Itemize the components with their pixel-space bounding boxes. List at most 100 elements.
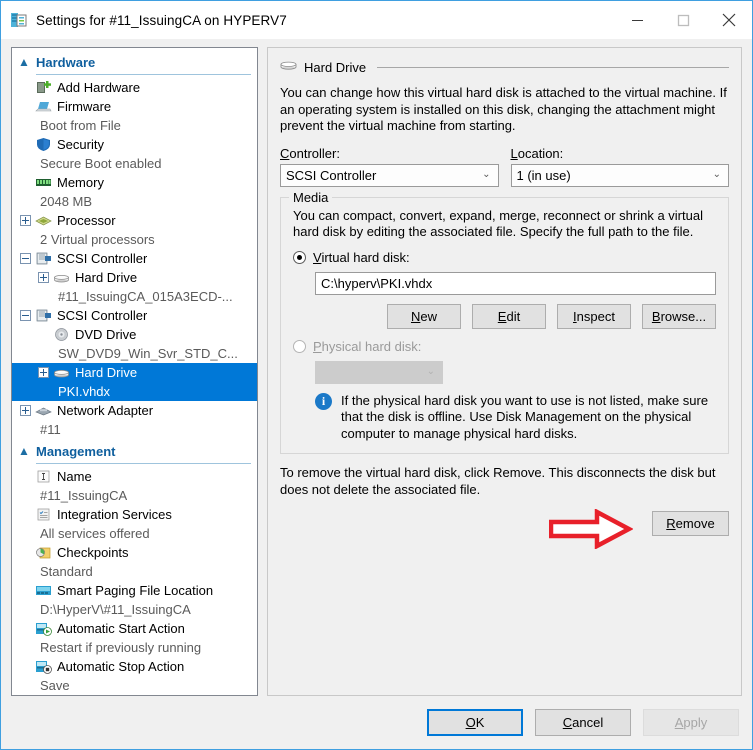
close-button[interactable] [706,2,752,39]
tree-item-label: Automatic Stop Action [57,659,185,674]
controller-value: SCSI Controller [286,167,377,183]
tree-item-sublabel: 2 Virtual processors [40,232,155,247]
tree-item-label: SCSI Controller [57,251,148,266]
expand-icon[interactable] [20,405,31,416]
memory-icon [35,175,52,190]
tree-item-sublabel: PKI.vhdx [58,384,111,399]
apply-button[interactable]: Apply [643,709,739,736]
tree-item-sublabel: D:\HyperV\#11_IssuingCA [40,602,191,617]
tree-item-sublabel-row[interactable]: 2 Virtual processors [12,230,257,249]
virtual-hard-disk-radio[interactable] [293,250,306,264]
tree-item-processor[interactable]: Processor [12,211,257,230]
tree-item-label: Integration Services [57,507,172,522]
tree-item-automatic-stop-action[interactable]: Automatic Stop Action [12,657,257,676]
virtual-hard-disk-radio-row[interactable]: Virtual hard disk: [293,250,716,265]
tree-item-label: Name [57,469,92,484]
tree-item-smart-paging-file-location[interactable]: Smart Paging File Location [12,581,257,600]
tree-item-dvd-drive[interactable]: DVD Drive [12,325,257,344]
tree-group-divider [36,463,251,464]
tree-item-label: Add Hardware [57,80,141,95]
settings-tree[interactable]: ▲ Hardware Add Hardware Firmware Boot from F… [11,47,258,696]
physical-hard-disk-radio[interactable] [293,339,306,353]
tree-group-label: Management [36,443,116,459]
tree-item-sublabel: #11_IssuingCA [40,488,128,503]
tree-item-name[interactable]: Name [12,467,257,486]
integration-services-icon [35,507,52,522]
tree-item-scsi-controller[interactable]: SCSI Controller [12,249,257,268]
controller-location-row: Controller: SCSI Controller ⌄ Location: … [280,146,729,187]
browse-button[interactable]: Browse... [642,303,716,329]
tree-item-scsi-controller[interactable]: SCSI Controller [12,306,257,325]
tree-item-sublabel-row[interactable]: Boot from File [12,116,257,135]
location-select[interactable]: 1 (in use) ⌄ [510,163,729,187]
physical-disk-select[interactable]: ⌄ [315,360,443,384]
tree-item-sublabel-row[interactable]: #11_IssuingCA_015A3ECD-... [12,287,257,306]
location-value: 1 (in use) [516,167,571,183]
controller-field: Controller: SCSI Controller ⌄ [280,146,499,187]
tree-item-hard-drive[interactable]: Hard Drive [12,268,257,287]
remove-row: Remove [280,509,729,549]
tree-item-sublabel-row[interactable]: Restart if previously running [12,638,257,657]
window-title: Settings for #11_IssuingCA on HYPERV7 [36,12,287,28]
controller-select[interactable]: SCSI Controller ⌄ [280,163,499,187]
physical-hard-disk-radio-row[interactable]: Physical hard disk: [293,339,716,354]
tree-item-automatic-start-action[interactable]: Automatic Start Action [12,619,257,638]
ok-button[interactable]: OK [427,709,523,736]
tree-item-label: Smart Paging File Location [57,583,214,598]
tree-item-firmware[interactable]: Firmware [12,97,257,116]
cancel-button[interactable]: Cancel [535,709,631,736]
tree-group-hardware[interactable]: ▲ Hardware [12,52,257,72]
tree-item-security[interactable]: Security [12,135,257,154]
chevron-down-icon: ⌄ [482,169,491,180]
tree-item-network-adapter[interactable]: Network Adapter [12,401,257,420]
tree-item-sublabel-row[interactable]: Save [12,676,257,695]
tree-item-label: Firmware [57,99,112,114]
dialog-body: ▲ Hardware Add Hardware Firmware Boot from F… [1,39,752,696]
tree-item-label: Hard Drive [75,270,138,285]
chevron-down-icon: ⌄ [712,169,721,180]
expand-icon[interactable] [38,272,49,283]
tree-item-sublabel-row[interactable]: D:\HyperV\#11_IssuingCA [12,600,257,619]
tree-item-checkpoints[interactable]: Checkpoints [12,543,257,562]
tree-item-add-hardware[interactable]: Add Hardware [12,78,257,97]
tree-item-hard-drive[interactable]: Hard Drive [12,363,257,382]
scsi-controller-icon [35,251,52,266]
expand-icon[interactable] [20,215,31,226]
firmware-icon [35,99,52,114]
maximize-button[interactable] [660,2,706,39]
tree-item-memory[interactable]: Memory [12,173,257,192]
media-description: You can compact, convert, expand, merge,… [293,207,703,240]
tree-item-sublabel-row[interactable]: 2048 MB [12,192,257,211]
header-divider [377,66,729,68]
physical-disk-info-text: If the physical hard disk you want to us… [341,392,709,441]
tree-group-management[interactable]: ▲ Management [12,441,257,461]
dialog-footer: OK Cancel Apply [1,696,752,749]
settings-window: Settings for #11_IssuingCA on HYPERV7 ▲ H… [0,0,753,750]
expand-icon[interactable] [38,367,49,378]
tree-item-sublabel-row[interactable]: #11 [12,420,257,439]
remove-note: To remove the virtual hard disk, click R… [280,465,716,497]
vhd-path-input[interactable]: C:\hyperv\PKI.vhdx [315,271,716,295]
tree-item-sublabel-row[interactable]: All services offered [12,524,257,543]
tree-item-sublabel-row[interactable]: #11_IssuingCA [12,486,257,505]
chevron-up-icon: ▲ [18,55,30,69]
inspect-button[interactable]: Inspect [557,303,631,329]
collapse-icon[interactable] [20,310,31,321]
new-button[interactable]: New [387,303,461,329]
checkpoints-icon [35,545,52,560]
remove-button[interactable]: Remove [652,511,729,536]
hard-drive-icon [53,270,70,285]
chevron-up-icon: ▲ [18,444,30,458]
collapse-icon[interactable] [20,253,31,264]
tree-group-divider [36,74,251,75]
tree-item-integration-services[interactable]: Integration Services [12,505,257,524]
minimize-button[interactable] [614,2,660,39]
tree-item-sublabel-row[interactable]: PKI.vhdx [12,382,257,401]
panel-title: Hard Drive [304,59,367,75]
tree-item-sublabel-row[interactable]: Standard [12,562,257,581]
tree-item-sublabel-row[interactable]: SW_DVD9_Win_Svr_STD_C... [12,344,257,363]
physical-hard-disk-label: Physical hard disk: [313,338,422,354]
edit-button[interactable]: Edit [472,303,546,329]
tree-item-sublabel-row[interactable]: Secure Boot enabled [12,154,257,173]
location-label: Location: [510,145,564,161]
